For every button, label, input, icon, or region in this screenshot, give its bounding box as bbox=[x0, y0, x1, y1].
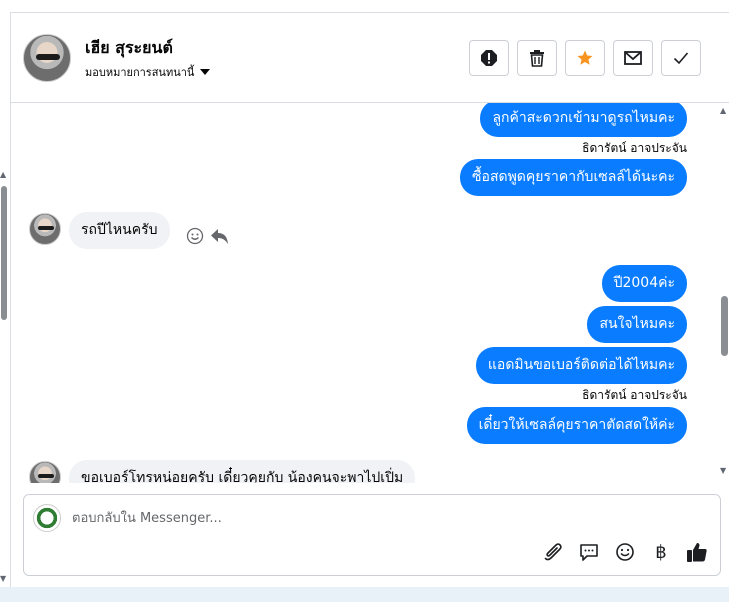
scroll-down-icon[interactable]: ▼ bbox=[720, 466, 726, 475]
outgoing-message[interactable]: สนใจไหมคะ bbox=[587, 306, 687, 343]
react-emoji-icon[interactable] bbox=[186, 227, 204, 245]
star-button[interactable] bbox=[565, 40, 605, 76]
composer-tools: ฿ bbox=[542, 541, 708, 563]
scroll-thumb[interactable] bbox=[721, 296, 728, 356]
mark-done-button[interactable] bbox=[661, 40, 701, 76]
mark-spam-button[interactable] bbox=[469, 40, 509, 76]
emoji-button[interactable] bbox=[614, 541, 636, 563]
scroll-up-icon[interactable]: ▲ bbox=[720, 106, 726, 115]
scroll-thumb[interactable] bbox=[1, 186, 7, 320]
assign-label: มอบหมายการสนทนานี้ bbox=[85, 66, 195, 79]
check-icon bbox=[673, 52, 689, 65]
message-thread[interactable]: ลูกค้าสะดวกเข้ามาดูรถไหมคะ ธิดารัตน์ อาจ… bbox=[11, 103, 717, 483]
avatar[interactable] bbox=[29, 461, 61, 483]
avatar-glasses bbox=[36, 54, 60, 60]
avatar-glasses bbox=[38, 226, 54, 230]
assign-conversation-dropdown[interactable]: มอบหมายการสนทนานี้ bbox=[85, 63, 211, 81]
mail-icon bbox=[624, 51, 642, 65]
like-button[interactable] bbox=[686, 541, 708, 563]
emoji-icon bbox=[616, 543, 634, 561]
avatar[interactable] bbox=[29, 213, 61, 245]
reply-icon[interactable] bbox=[210, 227, 230, 245]
contact-name[interactable]: เฮีย สุระยนต์ bbox=[85, 36, 173, 61]
outgoing-message[interactable]: ซื้อสดพูดคุยราคากับเซลล์ได้นะคะ bbox=[460, 159, 687, 196]
paperclip-icon bbox=[544, 543, 562, 561]
sender-label: ธิดารัตน์ อาจประจัน bbox=[582, 388, 687, 402]
reply-composer: ฿ bbox=[23, 494, 721, 576]
attach-button[interactable] bbox=[542, 541, 564, 563]
trash-icon bbox=[530, 50, 544, 67]
thread-scrollbar[interactable]: ▲ ▼ bbox=[718, 104, 729, 482]
incoming-message[interactable]: รถปีไหนครับ bbox=[69, 212, 170, 249]
saved-replies-button[interactable] bbox=[578, 541, 600, 563]
outgoing-message[interactable]: ลูกค้าสะดวกเข้ามาดูรถไหมคะ bbox=[480, 103, 687, 137]
conversation-header: เฮีย สุระยนต์ มอบหมายการสนทนานี้ bbox=[11, 13, 729, 103]
avatar-glasses bbox=[38, 474, 54, 478]
avatar[interactable] bbox=[23, 34, 71, 82]
star-icon bbox=[577, 50, 593, 65]
incoming-message[interactable]: ขอเบอร์โทรหน่อยครับ เดี๋ยวคุยกับ น้องคนจ… bbox=[69, 460, 416, 483]
payment-button[interactable]: ฿ bbox=[650, 541, 672, 563]
caret-down-icon bbox=[200, 69, 211, 75]
scroll-down-icon[interactable]: ▼ bbox=[0, 574, 6, 583]
page-avatar bbox=[33, 504, 61, 532]
outgoing-message[interactable]: ปี2004ค่ะ bbox=[601, 265, 687, 302]
thumbs-up-icon bbox=[687, 543, 707, 562]
delete-button[interactable] bbox=[517, 40, 557, 76]
baht-icon: ฿ bbox=[655, 541, 667, 563]
outgoing-message[interactable]: แอดมินขอเบอร์ติดต่อได้ไหมคะ bbox=[475, 347, 687, 384]
page-scrollbar[interactable]: ▲ ▼ bbox=[0, 170, 8, 590]
scroll-up-icon[interactable]: ▲ bbox=[0, 170, 6, 179]
reply-input[interactable] bbox=[72, 507, 672, 529]
sender-label: ธิดารัตน์ อาจประจัน bbox=[582, 141, 687, 155]
message-tools bbox=[186, 227, 230, 245]
bottom-strip bbox=[0, 587, 729, 602]
saved-reply-icon bbox=[580, 544, 598, 561]
mark-unread-button[interactable] bbox=[613, 40, 653, 76]
inbox-window: ▲ ▼ เฮีย สุระยนต์ มอบหมายการสนทนานี้ ลูก… bbox=[0, 0, 729, 602]
spam-icon bbox=[481, 50, 497, 66]
header-actions bbox=[469, 40, 701, 76]
outgoing-message[interactable]: เดี๋ยวให้เซลล์คุยราคาตัดสดให้ค่ะ bbox=[466, 407, 687, 444]
